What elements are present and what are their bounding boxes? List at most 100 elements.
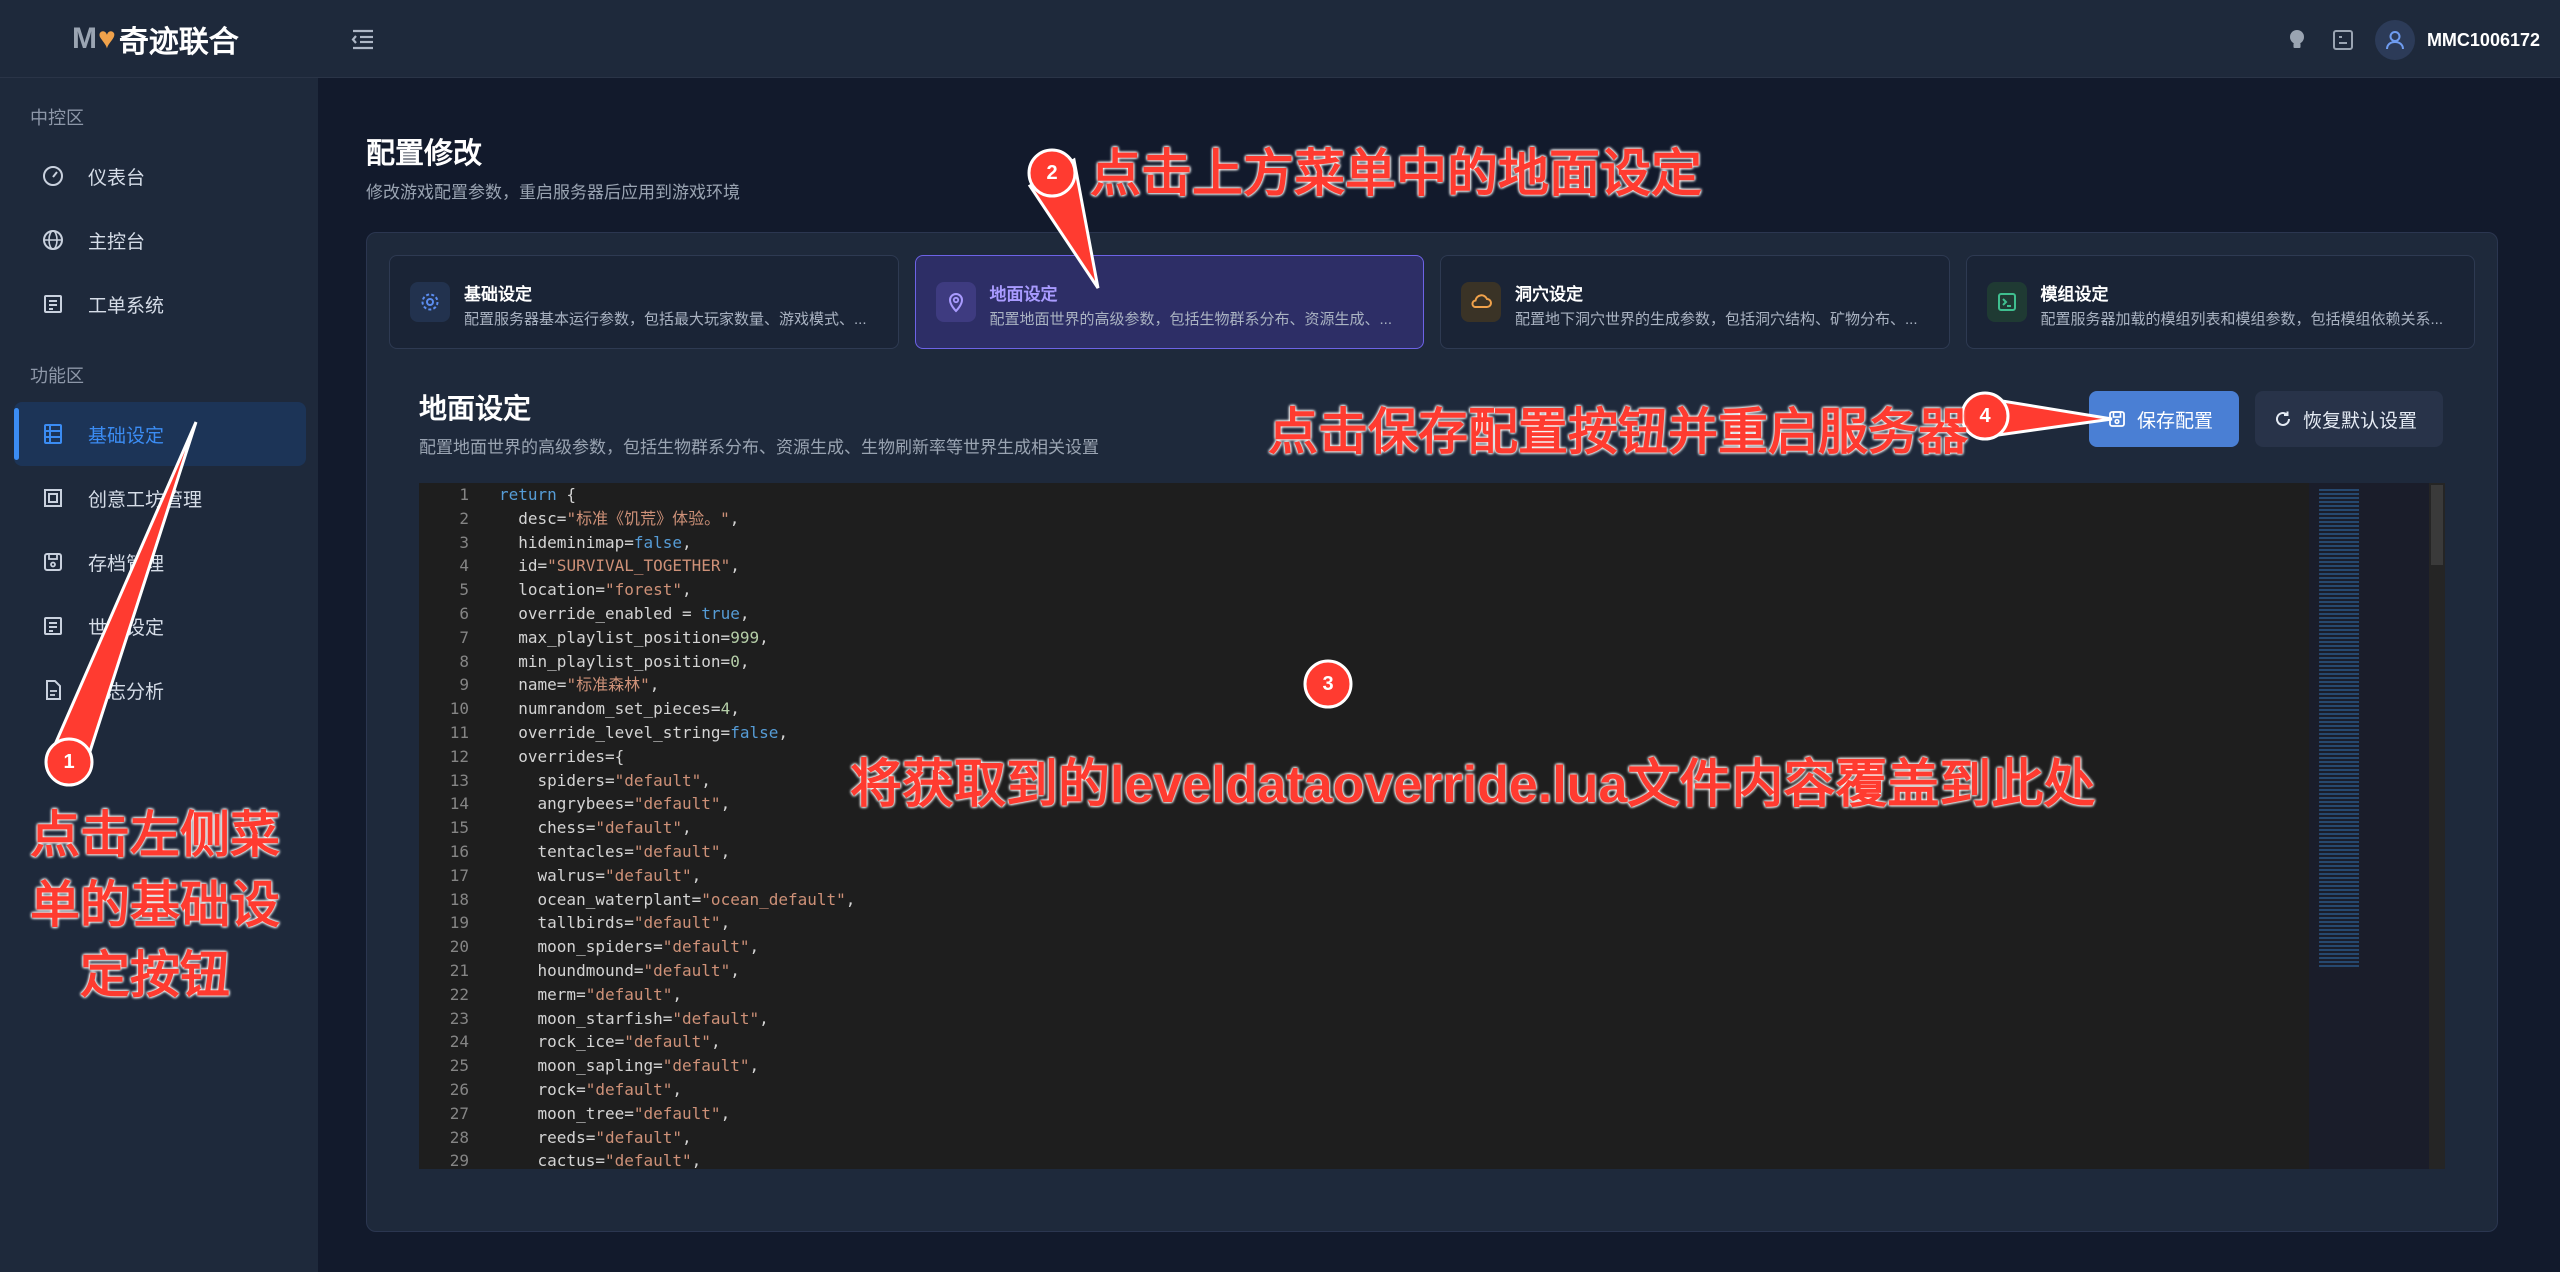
- code-token: hideminimap=: [499, 532, 634, 552]
- code-token: true: [701, 603, 740, 623]
- line-number: 27: [449, 1103, 469, 1123]
- sidebar-item[interactable]: 工单系统: [14, 272, 306, 336]
- code-token: "default": [672, 1008, 760, 1028]
- code-token: location=: [499, 580, 605, 600]
- line-number: 11: [449, 722, 469, 742]
- line-number: 14: [449, 794, 469, 814]
- code-token: angrybees=: [499, 794, 634, 814]
- section-description: 配置地面世界的高级参数，包括生物群系分布、资源生成、生物刷新率等世界生成相关设置: [419, 438, 1099, 457]
- config-tabs: 基础设定 配置服务器基本运行参数，包括最大玩家数量、游戏模式、... 地面设定 配置地…: [389, 255, 2475, 349]
- sidebar-item-label: 仪表台: [88, 167, 146, 189]
- scrollbar-thumb[interactable]: [2431, 485, 2443, 565]
- sidebar-item[interactable]: 世界设定: [14, 594, 306, 658]
- code-line: min_playlist_position=0,: [499, 650, 2305, 674]
- config-tab-card[interactable]: 地面设定 配置地面世界的高级参数，包括生物群系分布、资源生成、...: [914, 255, 1424, 349]
- code-token: merm=: [499, 984, 586, 1004]
- code-line: merm="default",: [499, 983, 2305, 1007]
- code-token: tallbirds=: [499, 913, 634, 933]
- code-token: reeds=: [499, 1127, 596, 1147]
- sidebar-item[interactable]: 基础设定: [14, 402, 306, 466]
- code-line: chess="default",: [499, 816, 2305, 840]
- step2-instruction: 点击上方菜单中的地面设定: [1090, 145, 1703, 202]
- code-token: tentacles=: [499, 841, 634, 861]
- code-editor[interactable]: 1 2 3 4 5 6 7 8 9 10 11 12 13 14 15 16 17 18 19 20 21 22 23 24 2…: [419, 483, 2445, 1169]
- save-icon: [2107, 409, 2127, 429]
- code-line: location="forest",: [499, 578, 2305, 602]
- step4-instruction: 点击保存配置按钮并重启服务器: [1268, 404, 1968, 460]
- line-number: 15: [449, 818, 469, 838]
- line-number: 19: [449, 913, 469, 933]
- lightbulb-icon[interactable]: [2277, 20, 2317, 60]
- page-title: 配置修改: [366, 138, 483, 170]
- location-icon: [935, 282, 976, 322]
- code-token: "default": [662, 937, 750, 957]
- code-token: name=: [499, 675, 567, 695]
- editor-scrollbar[interactable]: [2429, 483, 2445, 1169]
- code-token: ,: [720, 1103, 731, 1123]
- code-token: override_enabled =: [499, 603, 702, 623]
- sidebar-item[interactable]: 存档管理: [14, 530, 306, 594]
- reset-default-button[interactable]: 恢复默认设置: [2255, 391, 2443, 447]
- config-panel: 基础设定 配置服务器基本运行参数，包括最大玩家数量、游戏模式、... 地面设定 配置地…: [366, 232, 2498, 1232]
- line-number: 8: [459, 651, 469, 671]
- screen-icon[interactable]: [2323, 20, 2363, 60]
- config-tab-title: 模组设定: [2040, 285, 2109, 304]
- sidebar-item[interactable]: 主控台: [14, 208, 306, 272]
- code-line: moon_starfish="default",: [499, 1007, 2305, 1031]
- code-line: houndmound="default",: [499, 959, 2305, 983]
- refresh-icon: [2273, 409, 2293, 429]
- globe-icon: [38, 225, 68, 255]
- code-token: "default": [585, 984, 673, 1004]
- sidebar-item[interactable]: 仪表台: [14, 144, 306, 208]
- sidebar-item-label: 主控台: [88, 231, 146, 253]
- sidebar: M♥ 奇迹联合 中控区仪表台主控台工单系统功能区基础设定 创意工坊管理存档管理世界…: [0, 0, 318, 1272]
- logo-name: 奇迹联合: [118, 25, 239, 59]
- config-tab-title: 洞穴设定: [1515, 285, 1583, 304]
- step4-badge: 4: [1979, 405, 1991, 427]
- config-tab-card[interactable]: 模组设定配置服务器加载的模组列表和模组参数，包括模组依赖关系...: [1965, 255, 2475, 349]
- logo[interactable]: M♥ 奇迹联合: [0, 0, 318, 78]
- code-token: "default": [633, 913, 721, 933]
- code-token: walrus=: [499, 865, 605, 885]
- code-token: ,: [720, 913, 731, 933]
- config-tab-card[interactable]: 基础设定 配置服务器基本运行参数，包括最大玩家数量、游戏模式、...: [389, 255, 899, 349]
- sidebar-item[interactable]: 创意工坊管理: [14, 466, 306, 530]
- menu-collapse-icon[interactable]: [348, 24, 378, 54]
- save-config-button[interactable]: 保存配置: [2089, 391, 2239, 447]
- code-token: moon_sapling=: [499, 1056, 663, 1076]
- sidebar-section-label: 功能区: [30, 366, 84, 386]
- code-line: tentacles="default",: [499, 840, 2305, 864]
- sidebar-nav: 中控区仪表台主控台工单系统功能区基础设定 创意工坊管理存档管理世界设定 日志分析: [0, 78, 318, 722]
- code-line: return {: [499, 483, 2305, 507]
- code-token: "default": [595, 1127, 683, 1147]
- line-number: 13: [449, 770, 469, 790]
- code-token: return: [499, 485, 557, 504]
- code-line: override_enabled = true,: [499, 602, 2305, 626]
- code-line: cactus="default",: [499, 1149, 2305, 1169]
- code-line: reeds="default",: [499, 1126, 2305, 1150]
- list-icon: [38, 611, 68, 641]
- line-number: 6: [459, 603, 469, 623]
- line-number: 7: [459, 627, 469, 647]
- line-number: 9: [459, 675, 469, 695]
- avatar[interactable]: [2374, 20, 2415, 60]
- code-token: "default": [585, 1079, 673, 1099]
- code-line: walrus="default",: [499, 864, 2305, 888]
- config-tab-description: 配置服务器加载的模组列表和模组参数，包括模组依赖关系...: [2040, 311, 2444, 328]
- code-token: ,: [682, 532, 692, 552]
- code-token: moon_tree=: [499, 1103, 634, 1123]
- code-token: "default": [633, 841, 721, 861]
- code-content[interactable]: return { desc="标准《饥荒》体验。", hideminimap=f…: [499, 483, 2305, 1169]
- config-tab-card[interactable]: 洞穴设定配置地下洞穴世界的生成参数，包括洞穴结构、矿物分布、...: [1440, 255, 1950, 349]
- username[interactable]: MMC1006172: [2427, 30, 2540, 51]
- code-token: ,: [682, 818, 692, 838]
- sidebar-section-label: 中控区: [30, 108, 84, 128]
- sidebar-item[interactable]: 日志分析: [14, 658, 306, 722]
- code-token: ,: [701, 770, 711, 790]
- code-token: "forest": [604, 580, 683, 600]
- sidebar-item-label: 存档管理: [88, 553, 165, 575]
- editor-minimap[interactable]: [2309, 483, 2429, 1169]
- code-line: id="SURVIVAL_TOGETHER",: [499, 554, 2305, 578]
- config-tab-description: 配置地下洞穴世界的生成参数，包括洞穴结构、矿物分布、...: [1515, 311, 1918, 328]
- code-token: ,: [739, 651, 750, 671]
